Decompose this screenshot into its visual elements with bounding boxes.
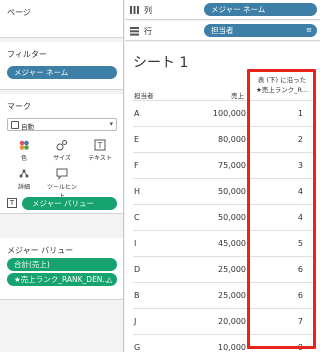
detail-label: 詳細: [17, 184, 30, 191]
columns-label: 列: [144, 6, 152, 15]
cell-assignee: B: [134, 291, 140, 300]
delta-icon: △: [106, 275, 112, 284]
marks-title: マーク: [7, 102, 31, 111]
rows-pill-assignee[interactable]: 担当者 ≡: [204, 24, 317, 37]
color-button[interactable]: 色: [7, 138, 41, 164]
header-sales: 売上: [231, 92, 244, 100]
filter-pill-measure-names[interactable]: メジャー ネーム: [7, 66, 117, 79]
columns-shelf: 列 メジャー ネーム: [125, 0, 320, 20]
size-icon: [56, 140, 67, 151]
color-label: 色: [20, 155, 27, 162]
cell-assignee: I: [134, 239, 137, 248]
columns-pill-measure-names[interactable]: メジャー ネーム: [204, 3, 317, 16]
filters-card: フィルター メジャー ネーム: [0, 42, 123, 90]
measure-values-title: メジャー バリュー: [7, 246, 74, 255]
measure-pill-sum-sales[interactable]: 合計(売上): [7, 258, 117, 271]
cell-sales: 50,000: [218, 187, 246, 196]
sort-icon: ≡: [306, 26, 312, 34]
cell-assignee: C: [134, 213, 140, 222]
cell-assignee: D: [134, 265, 141, 274]
svg-text:T: T: [97, 141, 103, 150]
text-label: テキスト: [88, 155, 112, 162]
cell-sales: 25,000: [218, 265, 246, 274]
rank-column-highlight: [247, 69, 316, 349]
rows-icon: [130, 27, 139, 36]
cell-sales: 80,000: [218, 135, 246, 144]
rows-shelf: 行 担当者 ≡: [125, 21, 320, 41]
left-pane: ページ フィルター メジャー ネーム マーク 自動 ▾ 色 サイズ T テキスト: [0, 0, 124, 352]
color-icon: [19, 140, 29, 150]
size-button[interactable]: サイズ: [45, 138, 79, 164]
cell-sales: 10,000: [218, 343, 246, 352]
text-button[interactable]: T テキスト: [83, 138, 117, 164]
cell-sales: 20,000: [218, 317, 246, 326]
pages-title: ページ: [7, 8, 31, 17]
mark-type-label: 自動: [21, 123, 34, 131]
columns-icon: [130, 6, 139, 14]
measure-values-card: メジャー バリュー 合計(売上) ★売上ランク_RANK_DEN... △: [0, 238, 123, 300]
text-icon: T: [94, 139, 106, 151]
filters-title: フィルター: [7, 50, 47, 59]
cell-assignee: E: [134, 135, 140, 144]
detail-icon: [19, 169, 29, 178]
tooltip-icon: [56, 168, 68, 180]
size-label: サイズ: [53, 155, 71, 162]
cell-assignee: F: [134, 161, 139, 170]
cell-sales: 100,000: [212, 109, 246, 118]
rows-label: 行: [144, 27, 152, 36]
cell-sales: 50,000: [218, 213, 246, 222]
text-mark-icon: T: [7, 198, 17, 208]
cell-assignee: G: [134, 343, 141, 352]
marks-pill-measure-values[interactable]: メジャー バリュー: [22, 197, 117, 210]
measure-pill-sales-rank[interactable]: ★売上ランク_RANK_DEN... △: [7, 273, 117, 286]
pages-card: ページ: [0, 0, 123, 38]
cell-sales: 45,000: [218, 239, 246, 248]
tooltip-button[interactable]: ツールヒント: [45, 167, 79, 200]
cell-assignee: J: [134, 317, 137, 326]
cell-assignee: A: [134, 109, 140, 118]
cell-assignee: H: [134, 187, 141, 196]
mark-type-icon: [11, 121, 19, 129]
chevron-down-icon: ▾: [109, 120, 113, 128]
header-assignee: 担当者: [134, 92, 154, 100]
cell-sales: 25,000: [218, 291, 246, 300]
cell-sales: 75,000: [218, 161, 246, 170]
measure-pill-sales-rank-label: ★売上ランク_RANK_DEN...: [14, 275, 110, 284]
rows-pill-label: 担当者: [211, 26, 234, 35]
detail-button[interactable]: 詳細: [7, 167, 41, 193]
mark-type-dropdown[interactable]: 自動 ▾: [7, 118, 117, 131]
sheet-title: シート 1: [133, 55, 189, 71]
